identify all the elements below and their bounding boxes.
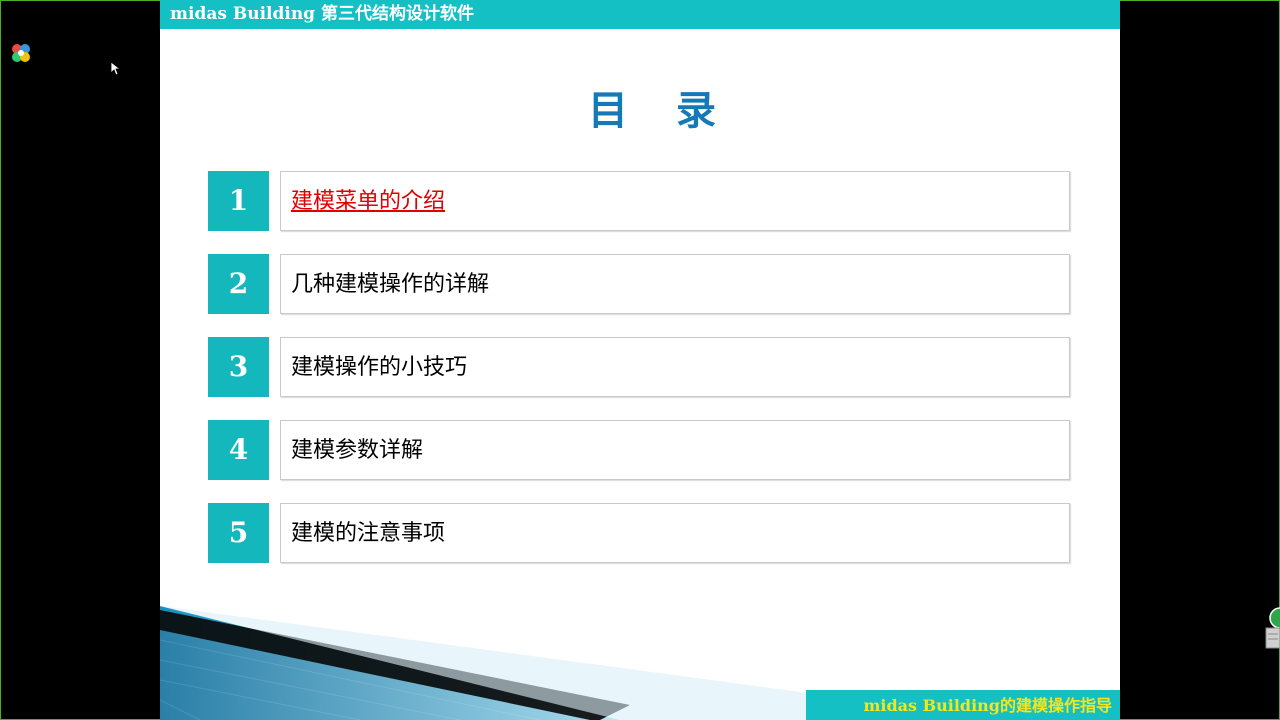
mouse-cursor-icon (111, 62, 121, 76)
toc-number: 3 (208, 337, 269, 397)
app-logo-icon[interactable] (10, 42, 32, 64)
slide-title: 目录 (588, 88, 764, 134)
toc-item-2[interactable]: 2 几种建模操作的详解 (208, 254, 1072, 316)
slide: midas Building 第三代结构设计软件 目录 1 建模菜单的介绍 2 … (160, 0, 1120, 720)
toc-box: 建模参数详解 (280, 420, 1070, 480)
slide-footer: midas Building的建模操作指导 (806, 690, 1120, 720)
toc-number: 2 (208, 254, 269, 314)
side-page-icon[interactable] (1264, 606, 1280, 650)
toc-number: 4 (208, 420, 269, 480)
toc-box: 建模菜单的介绍 (280, 171, 1070, 231)
toc-box: 建模操作的小技巧 (280, 337, 1070, 397)
toc-number: 5 (208, 503, 269, 563)
toc-item-1[interactable]: 1 建模菜单的介绍 (208, 171, 1072, 233)
toc-box: 建模的注意事项 (280, 503, 1070, 563)
toc-label: 建模参数详解 (291, 438, 424, 463)
toc-label: 几种建模操作的详解 (291, 272, 490, 297)
toc-item-3[interactable]: 3 建模操作的小技巧 (208, 337, 1072, 399)
toc-link[interactable]: 建模菜单的介绍 (291, 172, 445, 232)
toc-label: 建模操作的小技巧 (291, 355, 468, 380)
slide-header: midas Building 第三代结构设计软件 (160, 0, 1120, 29)
toc-item-4[interactable]: 4 建模参数详解 (208, 420, 1072, 482)
toc-box: 几种建模操作的详解 (280, 254, 1070, 314)
toc-item-5[interactable]: 5 建模的注意事项 (208, 503, 1072, 565)
toc-number: 1 (208, 171, 269, 231)
toc-label: 建模的注意事项 (291, 521, 446, 546)
